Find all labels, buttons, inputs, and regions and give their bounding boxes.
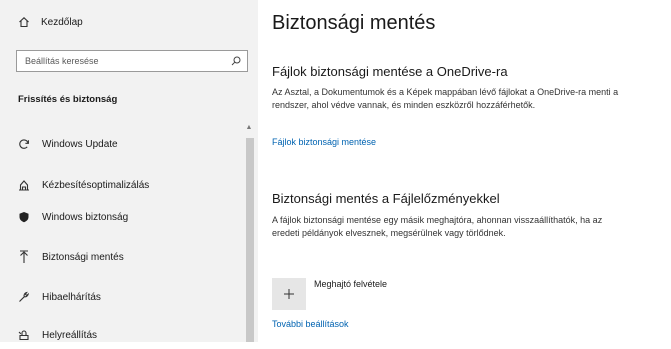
home-link[interactable]: Kezdőlap: [18, 13, 83, 31]
sidebar-item-label: Kézbesítésoptimalizálás: [42, 179, 150, 191]
sidebar-item-label: Windows biztonság: [42, 211, 129, 223]
sidebar-item-label: Biztonsági mentés: [42, 251, 124, 263]
section-title: Frissítés és biztonság: [18, 94, 118, 105]
settings-sidebar: Kezdőlap Frissítés és biztonság Windows …: [0, 0, 258, 342]
file-history-description: A fájlok biztonsági mentése egy másik me…: [272, 215, 603, 238]
scrollbar-thumb[interactable]: [246, 138, 254, 342]
sidebar-item-windows-update[interactable]: Windows Update: [0, 130, 242, 158]
sidebar-scrollbar[interactable]: ▲: [244, 120, 254, 342]
delivery-optimization-icon: [17, 178, 31, 192]
search-input[interactable]: [25, 56, 231, 66]
wrench-icon: [17, 290, 31, 304]
recovery-icon: [17, 328, 31, 342]
sidebar-item-delivery-optimization[interactable]: Kézbesítésoptimalizálás: [0, 171, 242, 199]
add-drive-button[interactable]: [272, 278, 306, 310]
search-icon[interactable]: [231, 56, 241, 66]
plus-icon: [284, 289, 294, 299]
more-options-link[interactable]: További beállítások: [272, 319, 349, 329]
sync-icon: [17, 137, 31, 151]
sidebar-item-troubleshoot[interactable]: Hibaelhárítás: [0, 283, 242, 311]
sidebar-item-windows-security[interactable]: Windows biztonság: [0, 203, 242, 231]
sidebar-item-recovery[interactable]: Helyreállítás: [0, 321, 242, 349]
onedrive-backup-heading: Fájlok biztonsági mentése a OneDrive-ra: [272, 64, 508, 79]
add-drive-label[interactable]: Meghajtó felvétele: [314, 279, 387, 289]
sidebar-item-label: Helyreállítás: [42, 329, 98, 341]
sidebar-item-label: Hibaelhárítás: [42, 291, 101, 303]
sidebar-item-backup[interactable]: Biztonsági mentés: [0, 243, 242, 271]
shield-icon: [17, 210, 31, 224]
onedrive-backup-description: Az Asztal, a Dokumentumok és a Képek map…: [272, 87, 619, 110]
sidebar-item-label: Windows Update: [42, 138, 118, 150]
home-label: Kezdőlap: [41, 16, 83, 28]
file-history-heading: Biztonsági mentés a Fájlelőzményekkel: [272, 191, 500, 206]
page-title: Biztonsági mentés: [272, 12, 436, 34]
back-up-files-link[interactable]: Fájlok biztonsági mentése: [272, 137, 376, 147]
home-icon: [19, 17, 29, 28]
settings-search-box[interactable]: [16, 50, 248, 72]
scroll-up-arrow[interactable]: ▲: [244, 124, 254, 132]
backup-icon: [17, 250, 31, 264]
